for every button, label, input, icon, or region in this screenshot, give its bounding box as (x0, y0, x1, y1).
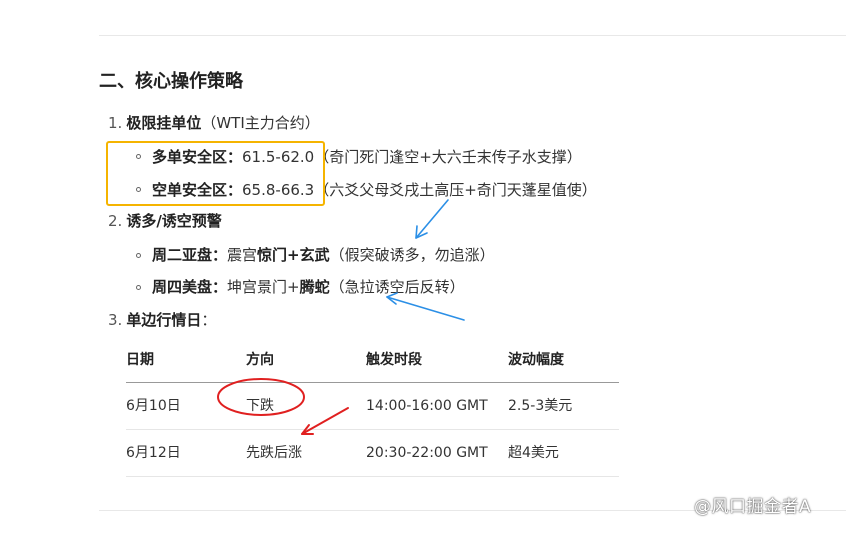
table-cell-date: 6月12日 (126, 445, 181, 461)
section-heading: 二、核心操作策略 (99, 71, 243, 92)
table-cell-time: 14:00-16:00 GMT (366, 398, 488, 414)
bullet-icon (136, 285, 141, 290)
sub-item-label: 周四美盘： (152, 278, 228, 296)
bullet-icon (136, 187, 141, 192)
table-cell-direction: 下跌 (246, 398, 274, 414)
sub-item-thursday-us: 周四美盘：坤宫景门+腾蛇（急拉诱空后反转） (152, 276, 465, 298)
sub-item-label: 空单安全区： (152, 181, 243, 199)
blue-arrow-icon (386, 296, 465, 321)
list-item-title: 极限挂单位 (126, 114, 202, 132)
list-item-note: ： (201, 311, 217, 329)
table-cell-direction: 先跌后涨 (246, 445, 302, 461)
table-header-time: 触发时段 (366, 352, 422, 368)
sub-item-value: 65.8-66.3 (242, 181, 315, 199)
table-row: 6月12日 先跌后涨 20:30-22:00 GMT 超4美元 (126, 430, 619, 477)
table-cell-range: 超4美元 (508, 445, 559, 461)
sub-item-note: （假突破诱多，勿追涨） (329, 246, 495, 264)
sub-item-label: 多单安全区： (152, 148, 243, 166)
list-number: 1. (108, 114, 123, 132)
list-item-title: 诱多/诱空预警 (126, 212, 222, 230)
table-row: 6月10日 下跌 14:00-16:00 GMT 2.5-3美元 (126, 383, 619, 430)
sub-item-bold: 惊门+玄武 (257, 246, 330, 264)
blue-arrow-head-icon (415, 225, 428, 239)
list-number: 2. (108, 212, 123, 230)
sub-item-bold: 腾蛇 (299, 278, 330, 296)
list-number: 3. (108, 311, 123, 329)
sub-item-value: 61.5-62.0 (242, 148, 315, 166)
table-cell-date: 6月10日 (126, 398, 181, 414)
blue-arrow-icon (415, 199, 449, 239)
sub-item-long-zone: 多单安全区：61.5-62.0（奇门死门逢空+大六壬末传子水支撑） (152, 146, 582, 168)
table-cell-range: 2.5-3美元 (508, 398, 573, 414)
sub-item-note: （急拉诱空后反转） (329, 278, 465, 296)
table-header-range: 波动幅度 (508, 352, 564, 368)
table-cell-time: 20:30-22:00 GMT (366, 445, 488, 461)
sub-item-label: 周二亚盘： (152, 246, 228, 264)
list-item-title: 单边行情日 (126, 311, 202, 329)
watermark: @风口掘金者A (694, 497, 812, 517)
bullet-icon (136, 253, 141, 258)
list-item-2: 2. 诱多/诱空预警 (108, 210, 222, 232)
list-item-1: 1. 极限挂单位（WTI主力合约） (108, 112, 320, 134)
list-item-note: （WTI主力合约） (201, 114, 320, 132)
table-header-date: 日期 (126, 352, 154, 368)
sub-item-mid: 震宫 (227, 246, 258, 264)
bullet-icon (136, 154, 141, 159)
sub-item-note: （六爻父母爻戌土高压+奇门天蓬星值使） (314, 181, 597, 199)
table-header-row: 日期 方向 触发时段 波动幅度 (126, 338, 619, 383)
list-item-3: 3. 单边行情日： (108, 309, 216, 331)
top-divider (99, 35, 846, 36)
sub-item-tuesday-asia: 周二亚盘：震宫惊门+玄武（假突破诱多，勿追涨） (152, 244, 495, 266)
sub-item-short-zone: 空单安全区：65.8-66.3（六爻父母爻戌土高压+奇门天蓬星值使） (152, 179, 597, 201)
sub-item-mid: 坤宫景门+ (227, 278, 300, 296)
sub-item-note: （奇门死门逢空+大六壬末传子水支撑） (314, 148, 582, 166)
trend-days-table: 日期 方向 触发时段 波动幅度 6月10日 下跌 14:00-16:00 GMT… (126, 338, 619, 477)
table-header-direction: 方向 (246, 352, 274, 368)
